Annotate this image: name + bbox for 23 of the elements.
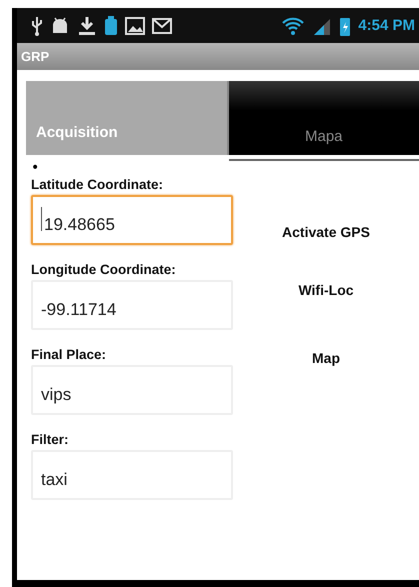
bullet-mark: •: [31, 161, 40, 175]
wifi-icon: [281, 16, 306, 36]
battery-status-icon: [104, 16, 118, 36]
field-label: Latitude Coordinate:: [31, 177, 164, 192]
battery-icon: [339, 16, 352, 36]
mail-icon: [152, 18, 172, 34]
input-field[interactable]: vips: [31, 365, 233, 415]
field-label: Final Place:: [31, 347, 108, 362]
input-field[interactable]: -99.11714: [31, 280, 233, 330]
field-label: Longitude Coordinate:: [31, 262, 177, 277]
app-title: GRP: [21, 49, 50, 64]
input-field[interactable]: 19.48665: [31, 195, 233, 245]
text-button[interactable]: Map: [308, 348, 344, 368]
android-icon: [50, 16, 70, 36]
text-button[interactable]: Wifi-Loc: [294, 280, 358, 300]
tab[interactable]: Mapa: [228, 81, 419, 155]
clock-time: 4:54 PM: [358, 17, 415, 34]
text-button[interactable]: Activate GPS: [278, 222, 374, 242]
usb-icon: [31, 16, 43, 36]
image-icon: [125, 16, 145, 34]
field-label: Filter:: [31, 432, 70, 447]
download-icon: [77, 16, 97, 36]
input-field[interactable]: taxi: [31, 450, 233, 500]
